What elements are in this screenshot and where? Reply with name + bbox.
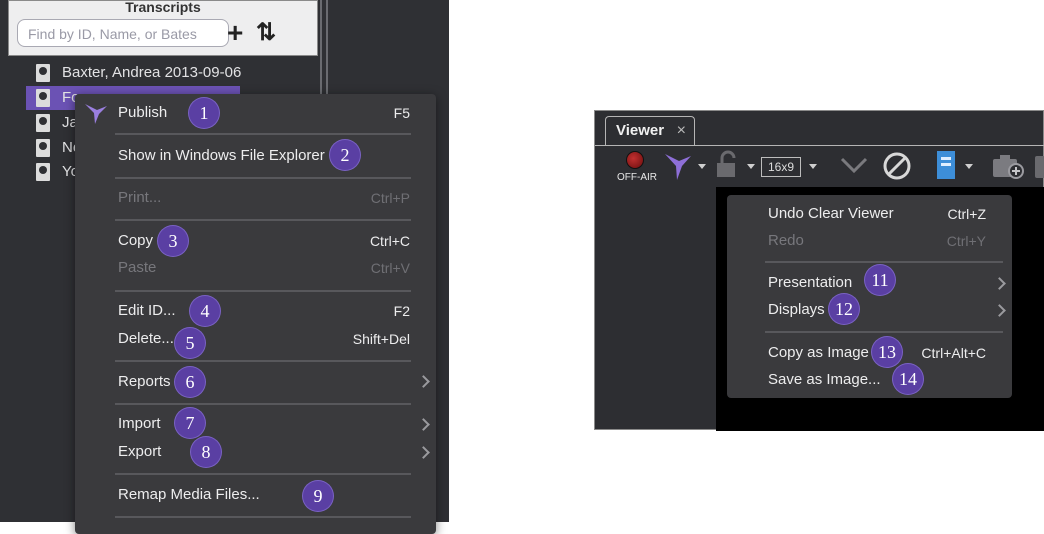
sort-arrows-icon[interactable]: ⇅: [256, 19, 276, 47]
person-icon: [36, 89, 50, 107]
close-icon[interactable]: ×: [677, 117, 686, 145]
plus-icon[interactable]: +: [227, 19, 243, 47]
edit-id-shortcut: F2: [393, 303, 410, 319]
menu-item-remap-media[interactable]: Remap Media Files...: [118, 483, 260, 507]
off-air-label: OFF-AIR: [617, 172, 657, 183]
callout-badge: 9: [303, 481, 333, 511]
menu-separator: [115, 360, 411, 362]
viewer-toolbar: OFF-AIR 16x9: [595, 145, 1044, 185]
menu-item-copy-as-image[interactable]: Copy as Image: [768, 342, 869, 364]
publish-bird-icon[interactable]: [663, 150, 693, 182]
menu-separator: [115, 403, 411, 405]
more-icon[interactable]: [1035, 156, 1044, 178]
callout-badge: 5: [175, 328, 205, 358]
publish-shortcut: F5: [393, 105, 410, 121]
delete-shortcut: Shift+Del: [352, 331, 410, 347]
callout-badge: 13: [872, 337, 902, 367]
menu-separator: [765, 261, 1003, 263]
transcripts-title: Transcripts: [125, 0, 201, 15]
menu-item-paste: Paste: [118, 259, 157, 276]
callout-badge: 2: [330, 140, 360, 170]
callout-badge: 4: [190, 296, 220, 326]
menu-item-export[interactable]: Export: [118, 440, 161, 464]
menu-item-publish[interactable]: Publish: [118, 101, 167, 125]
callout-badge: 1: [189, 98, 219, 128]
menu-item-show-in-explorer[interactable]: Show in Windows File Explorer: [118, 144, 325, 168]
callout-badge: 12: [829, 294, 859, 324]
menu-item-print: Print...: [118, 189, 162, 206]
callout-badge: 7: [175, 408, 205, 438]
menu-separator: [115, 177, 411, 179]
menu-item-copy[interactable]: Copy: [118, 229, 153, 253]
menu-item-displays[interactable]: Displays: [768, 299, 825, 321]
search-input[interactable]: Find by ID, Name, or Bates: [17, 19, 229, 47]
chevron-right-icon: [417, 418, 430, 431]
menu-item-import[interactable]: Import: [118, 412, 161, 436]
callout-badge: 14: [893, 364, 923, 394]
person-icon: [36, 139, 50, 157]
callout-badge: 3: [158, 226, 188, 256]
clear-viewer-icon[interactable]: [881, 150, 913, 182]
menu-item-redo: Redo: [768, 232, 804, 249]
chevron-right-icon: [417, 375, 430, 388]
tab-viewer[interactable]: Viewer ×: [605, 116, 695, 146]
chevron-right-icon: [993, 304, 1006, 317]
menu-separator: [115, 516, 411, 518]
copy-image-shortcut: Ctrl+Alt+C: [921, 345, 986, 361]
viewer-context-menu: Undo Clear Viewer Ctrl+Z Redo Ctrl+Y Pre…: [727, 195, 1012, 398]
paste-shortcut: Ctrl+V: [370, 260, 410, 276]
menu-item-delete[interactable]: Delete...: [118, 327, 174, 351]
chevron-down-icon[interactable]: [965, 164, 973, 169]
chevron-right-icon: [417, 446, 430, 459]
menu-item-presentation[interactable]: Presentation: [768, 272, 852, 294]
person-icon: [36, 114, 50, 132]
off-air-indicator-icon[interactable]: [626, 151, 644, 169]
panel-divider: [320, 0, 328, 100]
menu-separator: [115, 473, 411, 475]
transcripts-header: Transcripts Find by ID, Name, or Bates +…: [8, 0, 318, 56]
print-shortcut: Ctrl+P: [370, 190, 410, 206]
person-icon: [36, 64, 50, 82]
callout-badge: 8: [191, 437, 221, 467]
chevron-down-icon[interactable]: [698, 164, 706, 169]
menu-item-save-as-image[interactable]: Save as Image...: [768, 369, 881, 391]
callout-badge: 11: [865, 265, 895, 295]
chevron-down-icon[interactable]: [747, 164, 755, 169]
menu-separator: [115, 133, 411, 135]
menu-item-edit-id[interactable]: Edit ID...: [118, 299, 176, 323]
context-menu: Publish F5 1 Show in Windows File Explor…: [75, 94, 436, 534]
menu-separator: [115, 290, 411, 292]
menu-item-undo[interactable]: Undo Clear Viewer: [768, 203, 894, 225]
aspect-ratio-button[interactable]: 16x9: [761, 157, 801, 177]
menu-separator: [115, 219, 411, 221]
callout-badge: 6: [175, 367, 205, 397]
chevron-right-icon: [993, 277, 1006, 290]
publish-bird-icon: [85, 104, 107, 124]
transcript-label: Baxter, Andrea 2013-09-06: [62, 64, 242, 81]
menu-separator: [765, 331, 1003, 333]
transcript-row[interactable]: Baxter, Andrea 2013-09-06: [26, 61, 326, 85]
camera-add-icon[interactable]: [991, 151, 1027, 181]
notebook-icon[interactable]: [933, 149, 959, 181]
copy-shortcut: Ctrl+C: [369, 233, 410, 249]
viewer-tab-label: Viewer: [616, 122, 665, 139]
redo-shortcut: Ctrl+Y: [946, 233, 986, 249]
lock-open-icon[interactable]: [713, 150, 741, 180]
chevron-down-large-icon[interactable]: [839, 154, 869, 176]
person-icon: [36, 163, 50, 181]
chevron-down-icon[interactable]: [809, 164, 817, 169]
undo-shortcut: Ctrl+Z: [947, 206, 987, 222]
menu-item-reports[interactable]: Reports: [118, 370, 171, 394]
